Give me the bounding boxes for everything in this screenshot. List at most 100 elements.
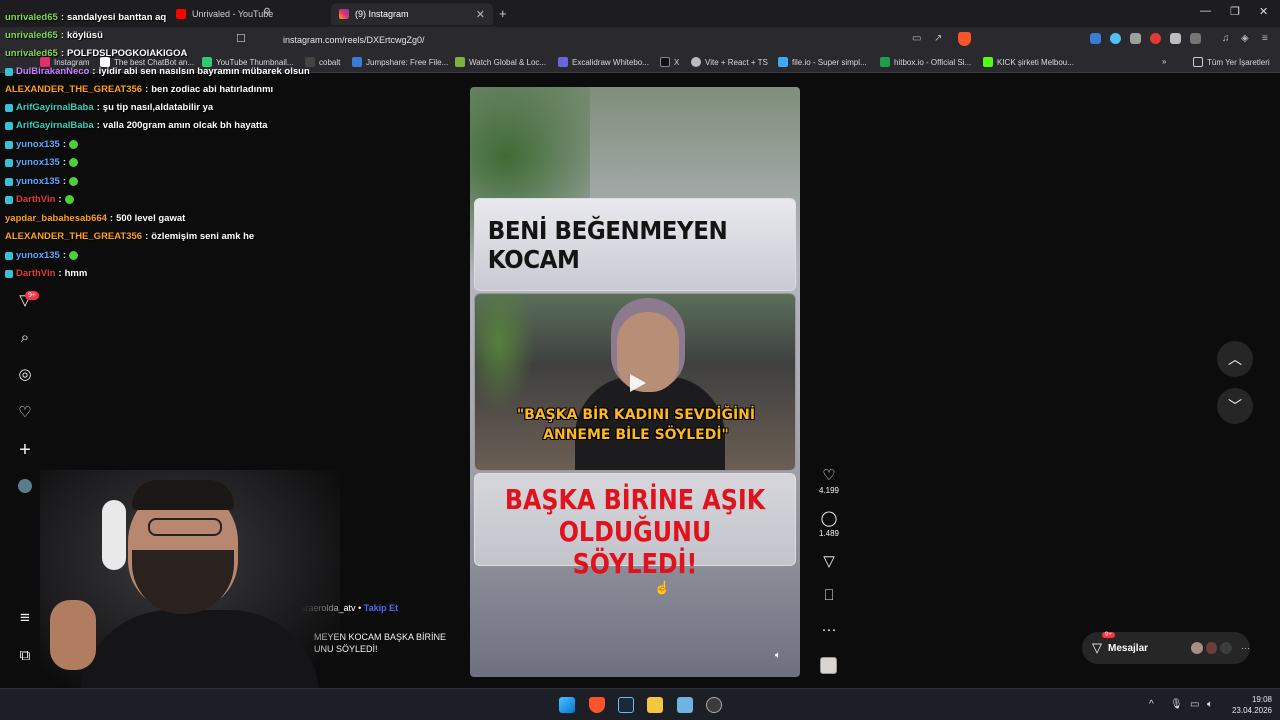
minimize-button[interactable]: — [1200, 5, 1211, 17]
reel-bottom-text: OLDUĞUNU SÖYLEDİ! [558, 515, 712, 580]
bookmark-label: cobalt [319, 57, 341, 67]
bookmark-page-icon[interactable]: ☐ [236, 32, 246, 45]
heart-icon: ♡ [822, 467, 836, 484]
close-window-button[interactable]: ✕ [1259, 5, 1268, 18]
menu-icon[interactable]: ≡ [1262, 33, 1268, 44]
previous-reel-button[interactable]: ︿ [1217, 341, 1253, 377]
volume-icon[interactable]: 🔈︎ [775, 650, 781, 661]
instagram-icon [339, 9, 349, 19]
chat-badge-icon [5, 103, 13, 112]
share-button[interactable]: ▽ [814, 554, 844, 570]
chat-badge-icon [5, 140, 13, 149]
new-tab-button[interactable]: + [499, 6, 507, 21]
bookmark-item[interactable]: KICK şirketi Melbou... [983, 57, 1074, 67]
bookmark-item[interactable]: Excalidraw Whitebo... [558, 57, 649, 67]
search-icon[interactable]: ⌕ [16, 329, 34, 347]
extension-icon[interactable] [1090, 33, 1101, 44]
chat-message: yunox135: [5, 139, 78, 150]
bookmark-item[interactable]: Vite + React + TS [691, 57, 768, 67]
x-icon [660, 57, 670, 67]
volume-icon[interactable]: 🔈︎ [1207, 699, 1213, 710]
chat-username: DulBirakanNeco [16, 66, 90, 77]
bookmark-item[interactable]: Watch Global & Loc... [455, 57, 546, 67]
create-icon[interactable]: + [16, 440, 34, 460]
all-bookmarks-label: Tüm Yer İşaretleri [1207, 57, 1270, 67]
brave-shields-icon[interactable] [958, 32, 971, 46]
heart-icon[interactable]: ♡ [16, 404, 34, 422]
fileio-icon [778, 57, 788, 67]
bookmark-item[interactable]: cobalt [305, 57, 340, 67]
address-bar[interactable]: instagram.com/reels/DXErtcwgZg0/ [257, 30, 977, 50]
bookmarks-overflow-icon[interactable]: » [1162, 57, 1166, 66]
tab-instagram[interactable]: (9) Instagram ✕ [331, 3, 493, 25]
messages-button[interactable]: ▽ 9+ Mesajlar ··· [1082, 632, 1250, 664]
more-options-button[interactable]: ··· [814, 622, 844, 638]
file-explorer-icon[interactable] [647, 697, 663, 713]
explore-icon[interactable]: ◎ [16, 366, 34, 384]
like-button[interactable]: ♡ 4.199 [814, 467, 844, 496]
save-button[interactable]: ⎕ [814, 588, 844, 604]
sidebar-icon[interactable] [1190, 33, 1201, 44]
extensions-puzzle-icon[interactable] [1170, 33, 1181, 44]
bookmark-item[interactable]: hitbox.io - Official Si... [880, 57, 971, 67]
bookmark-item[interactable]: Jumpshare: Free File... [352, 57, 448, 67]
chat-badge-icon [5, 195, 13, 204]
profile-avatar[interactable] [16, 479, 34, 497]
photos-icon[interactable] [677, 697, 693, 713]
comment-button[interactable]: ◯ 1.489 [814, 510, 844, 539]
audio-thumbnail[interactable] [820, 657, 837, 674]
media-icon[interactable]: ♫ [1222, 33, 1230, 44]
chat-username: unrivaled65 [5, 12, 58, 23]
like-count: 4.199 [818, 486, 840, 495]
network-icon[interactable]: ▭ [1190, 699, 1199, 710]
streamer-webcam [40, 470, 340, 688]
obs-icon[interactable] [706, 697, 722, 713]
follow-button[interactable]: Takip Et [364, 603, 398, 613]
avatar [1204, 641, 1219, 655]
system-clock[interactable]: 19:08 23.04.2026 [1228, 694, 1272, 716]
browser-tab-bar: Unrivaled - YouTube (9) Instagram ✕ + — … [0, 0, 1280, 27]
restore-button[interactable]: ❐ [1230, 5, 1240, 18]
cast-icon[interactable]: ▭ [912, 33, 921, 44]
send-icon: ▽ 9+ [1092, 632, 1115, 656]
start-button[interactable] [559, 697, 575, 713]
chat-text: iyidir abi sen nasılsın bayramın mübarek… [98, 66, 310, 77]
close-tab-icon[interactable]: ✕ [476, 8, 485, 21]
tab-youtube[interactable]: Unrivaled - YouTube [168, 3, 328, 25]
chat-username: ALEXANDER_THE_GREAT356 [5, 84, 143, 95]
chat-message: yunox135: [5, 176, 78, 187]
play-icon[interactable] [630, 374, 646, 392]
reel-bottom-text: BAŞKA BİRİNE AŞIK [504, 483, 766, 516]
extension-icon[interactable] [1150, 33, 1161, 44]
extension-icon[interactable] [1110, 33, 1121, 44]
windows-taskbar: ^ 🎙︎ ▭ 🔈︎ 19:08 23.04.2026 [0, 688, 1280, 720]
site-settings-icon[interactable]: ⚙ [263, 6, 271, 17]
chat-username: unrivaled65 [5, 48, 58, 59]
folder-icon [1193, 57, 1203, 67]
chat-username: DarthVin [16, 268, 56, 279]
comment-icon: ◯ [820, 510, 838, 527]
chat-username: ArifGayirnalBaba [16, 102, 94, 113]
chat-message: ArifGayirnalBaba: valla 200gram amın olca… [5, 120, 268, 131]
bookmark-item[interactable]: X [660, 57, 679, 67]
vpn-icon[interactable]: ◈ [1241, 33, 1249, 44]
chat-message: yunox135: [5, 157, 78, 168]
messages-label: Mesajlar [1108, 642, 1149, 654]
chat-text: özlemişim seni amk he [151, 231, 255, 242]
meta-apps-icon[interactable]: ⧉ [16, 647, 34, 665]
tray-overflow-icon[interactable]: ^ [1149, 699, 1154, 710]
extension-icon[interactable] [1130, 33, 1141, 44]
reel-bottom-panel: BAŞKA BİRİNE AŞIK OLDUĞUNU SÖYLEDİ! [474, 473, 796, 580]
more-menu-icon[interactable]: ≡ [16, 609, 34, 627]
reel-video[interactable]: BENİ BEĞENMEYEN KOCAM "BAŞKA BİR KADINI … [470, 87, 800, 677]
all-bookmarks-button[interactable]: Tüm Yer İşaretleri [1193, 57, 1270, 67]
microphone-icon[interactable]: 🎙︎ [1170, 699, 1183, 710]
steam-icon[interactable] [618, 697, 634, 713]
emote-icon [69, 140, 78, 149]
brave-browser-icon[interactable] [589, 697, 605, 713]
bookmark-item[interactable]: file.io - Super simpl... [778, 57, 867, 67]
chat-badge-icon [5, 177, 13, 186]
share-icon[interactable]: ↗ [934, 33, 942, 44]
chat-text: köylüsü [66, 30, 103, 41]
next-reel-button[interactable]: ﹀ [1217, 388, 1253, 424]
